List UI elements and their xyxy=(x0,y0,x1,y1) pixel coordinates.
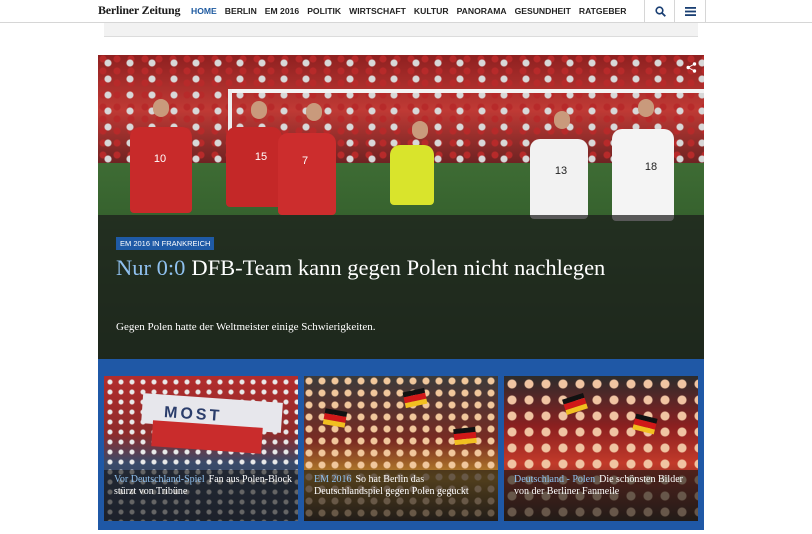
search-icon xyxy=(654,5,666,17)
search-button[interactable] xyxy=(644,0,675,22)
article-kicker: Deutschland - Polen xyxy=(514,474,596,485)
article-card[interactable]: MOST Vor Deutschland-Spiel Fan aus Polen-… xyxy=(104,376,298,521)
ad-placeholder-bar xyxy=(104,23,698,37)
nav-em-2016[interactable]: EM 2016 xyxy=(261,0,303,22)
article-title[interactable]: Vor Deutschland-Spiel Fan aus Polen-Block… xyxy=(114,474,294,498)
jersey-number: 7 xyxy=(301,155,309,167)
hamburger-menu-icon xyxy=(684,6,696,16)
player-poland-10 xyxy=(130,127,192,213)
nav-berlin[interactable]: BERLIN xyxy=(221,0,261,22)
jersey-number: 18 xyxy=(644,161,658,173)
main-nav: HOME BERLIN EM 2016 POLITIK WIRTSCHAFT K… xyxy=(187,0,631,22)
article-title[interactable]: Deutschland - Polen Die schönsten Bilder … xyxy=(514,474,694,498)
nav-wirtschaft[interactable]: WIRTSCHAFT xyxy=(345,0,410,22)
player-germany-13 xyxy=(530,139,588,219)
player-germany-18 xyxy=(612,129,674,221)
jersey-number: 10 xyxy=(153,153,167,165)
jersey-number: 15 xyxy=(254,151,268,163)
menu-button[interactable] xyxy=(674,0,706,22)
player-head xyxy=(638,99,654,117)
article-kicker: Vor Deutschland-Spiel xyxy=(114,474,205,485)
referee xyxy=(390,145,434,205)
article-kicker: EM 2016 xyxy=(314,474,352,485)
nav-politik[interactable]: POLITIK xyxy=(303,0,345,22)
headline-title: DFB-Team kann gegen Polen nicht nachlege… xyxy=(191,255,606,280)
site-logo[interactable]: Berliner Zeitung xyxy=(98,3,180,19)
headline-kicker: Nur 0:0 xyxy=(116,255,186,280)
hero-headline[interactable]: Nur 0:0 DFB-Team kann gegen Polen nicht n… xyxy=(116,253,656,282)
player-poland-7 xyxy=(278,133,336,215)
nav-gesundheit[interactable]: GESUNDHEIT xyxy=(511,0,575,22)
jersey-number: 13 xyxy=(554,165,568,177)
share-icon xyxy=(686,61,696,73)
hero-teaser: Gegen Polen hatte der Weltmeister einige… xyxy=(116,321,376,333)
share-button[interactable] xyxy=(682,59,700,75)
goal-crossbar xyxy=(228,89,704,93)
germany-flag xyxy=(453,426,477,446)
player-head xyxy=(412,121,428,139)
player-head xyxy=(153,99,169,117)
player-head xyxy=(251,101,267,119)
article-card[interactable]: EM 2016 So hat Berlin das Deutschlandspie… xyxy=(304,376,498,521)
article-title[interactable]: EM 2016 So hat Berlin das Deutschlandspie… xyxy=(314,474,494,498)
category-tag[interactable]: EM 2016 IN FRANKREICH xyxy=(116,237,215,250)
nav-kultur[interactable]: KULTUR xyxy=(410,0,453,22)
related-articles-row: MOST Vor Deutschland-Spiel Fan aus Polen-… xyxy=(98,359,704,530)
player-head xyxy=(554,111,570,129)
nav-ratgeber[interactable]: RATGEBER xyxy=(575,0,631,22)
nav-home[interactable]: HOME xyxy=(187,0,221,22)
article-card[interactable]: Deutschland - Polen Die schönsten Bilder … xyxy=(504,376,698,521)
hero-article[interactable]: 10 15 7 13 18 EM 2016 IN FRANKREICH Nur … xyxy=(98,55,704,359)
player-poland-15 xyxy=(226,127,282,207)
player-head xyxy=(306,103,322,121)
top-navigation: Berliner Zeitung HOME BERLIN EM 2016 POL… xyxy=(0,0,812,23)
nav-panorama[interactable]: PANORAMA xyxy=(453,0,511,22)
